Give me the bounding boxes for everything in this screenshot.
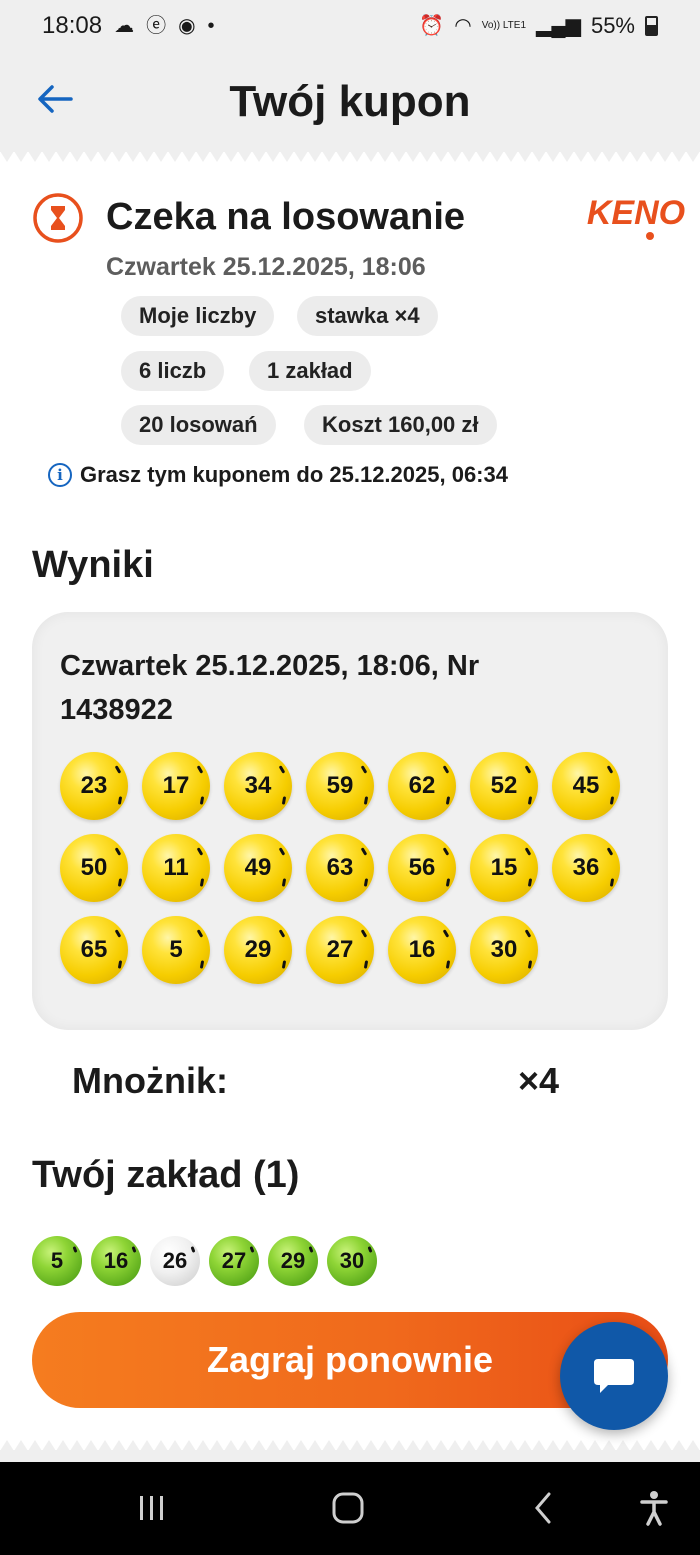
home-button[interactable]: [328, 1488, 368, 1528]
status-time: 18:08: [42, 12, 103, 39]
app-notification-icon: ⓔ: [146, 15, 167, 37]
system-nav-bar: [0, 1462, 700, 1555]
hourglass-icon: [33, 193, 83, 243]
page-title: Twój kupon: [229, 77, 471, 126]
chat-bubble-icon: [594, 1359, 634, 1393]
ticket-validity-text: Grasz tym kuponem do 25.12.2025, 06:34: [80, 462, 508, 487]
drawn-number-ball: 16: [388, 916, 456, 984]
drawn-number-ball: 17: [142, 752, 210, 820]
chip-bets-count: 1 zakład: [249, 351, 371, 391]
chip-my-numbers: Moje liczby: [121, 296, 275, 336]
multiplier-value: ×4: [518, 1060, 560, 1101]
recent-apps-button[interactable]: [132, 1488, 172, 1528]
more-notifications-icon: •: [207, 15, 215, 37]
drawn-number-ball: 62: [388, 752, 456, 820]
results-card: Czwartek 25.12.2025, 18:06, Nr 1438922 2…: [32, 612, 668, 1030]
alarm-icon: ⏰: [419, 15, 445, 37]
ticket-status: Czeka na losowanie: [106, 196, 466, 238]
drawn-number-ball: 36: [552, 834, 620, 902]
drawn-number-ball: 29: [224, 916, 292, 984]
keno-logo: KENO: [587, 194, 685, 240]
drawn-number-ball: 5: [142, 916, 210, 984]
ticket-edge-bottom: [0, 1440, 700, 1451]
chip-cost: Koszt 160,00 zł: [304, 405, 497, 445]
ticket-edge-top: [0, 151, 700, 162]
drawn-number-ball: 30: [470, 916, 538, 984]
wifi-icon: ◠: [454, 15, 472, 37]
drawn-number-ball: 27: [306, 916, 374, 984]
drawn-numbers: 23 17 34 59 62 52 45 50 11 49 63 56 15 36 65 5 29 27 16 30: [60, 752, 660, 984]
bet-number-hit: 27: [209, 1236, 259, 1286]
ticket-validity: i Grasz tym kuponem do 25.12.2025, 06:34: [48, 462, 508, 488]
arrow-left-icon: [38, 85, 73, 113]
bet-number-miss: 26: [150, 1236, 200, 1286]
ticket-card: Czeka na losowanie KENO Czwartek 25.12.2…: [0, 151, 700, 1451]
chip-numbers-count: 6 liczb: [121, 351, 225, 391]
battery-percent: 55%: [590, 13, 635, 38]
home-icon: [332, 1492, 364, 1524]
chip-draws-count: 20 losowań: [121, 405, 276, 445]
app-header: Twój kupon: [0, 52, 700, 152]
screen: 18:08 ☁ ⓔ ◉ • ⏰ ◠ Vo)) LTE1 ▂▄▆ 55% Twój…: [0, 0, 700, 1555]
recent-apps-icon: [140, 1496, 163, 1520]
drawn-number-ball: 59: [306, 752, 374, 820]
status-bar: 18:08 ☁ ⓔ ◉ • ⏰ ◠ Vo)) LTE1 ▂▄▆ 55%: [0, 0, 700, 52]
drawn-number-ball: 45: [552, 752, 620, 820]
drawn-number-ball: 65: [60, 916, 128, 984]
drawn-number-ball: 49: [224, 834, 292, 902]
back-nav-button[interactable]: [528, 1488, 558, 1528]
messenger-icon: ◉: [178, 15, 196, 37]
drawn-number-ball: 50: [60, 834, 128, 902]
bet-numbers: 5 16 26 27 29 30: [32, 1236, 377, 1286]
drawn-number-ball: 15: [470, 834, 538, 902]
chip-stake: stawka ×4: [297, 296, 438, 336]
battery-icon: [645, 16, 658, 36]
drawn-number-ball: 11: [142, 834, 210, 902]
drawn-number-ball: 34: [224, 752, 292, 820]
drawn-number-ball: 52: [470, 752, 538, 820]
back-button[interactable]: [34, 78, 76, 120]
network-label: Vo)) LTE1: [481, 20, 527, 31]
back-nav-icon: [535, 1492, 551, 1524]
bet-number-hit: 30: [327, 1236, 377, 1286]
bet-number-hit: 29: [268, 1236, 318, 1286]
ticket-datetime: Czwartek 25.12.2025, 18:06: [106, 253, 426, 281]
drawn-number-ball: 56: [388, 834, 456, 902]
info-icon: i: [48, 463, 72, 487]
signal-icon: ▂▄▆: [536, 15, 581, 37]
keno-logo-text: KENO: [587, 194, 685, 232]
chat-button[interactable]: [560, 1322, 668, 1430]
results-title: Wyniki: [32, 544, 154, 586]
accessibility-button[interactable]: [636, 1488, 672, 1528]
multiplier-label: Mnożnik:: [72, 1060, 228, 1101]
draw-heading: Czwartek 25.12.2025, 18:06, Nr 1438922: [60, 650, 480, 726]
accessibility-icon: [640, 1491, 668, 1526]
bet-title: Twój zakład (1): [32, 1154, 300, 1196]
drawn-number-ball: 63: [306, 834, 374, 902]
drawn-number-ball: 23: [60, 752, 128, 820]
bet-number-hit: 16: [91, 1236, 141, 1286]
bet-number-hit: 5: [32, 1236, 82, 1286]
weather-icon: ☁: [114, 15, 135, 37]
